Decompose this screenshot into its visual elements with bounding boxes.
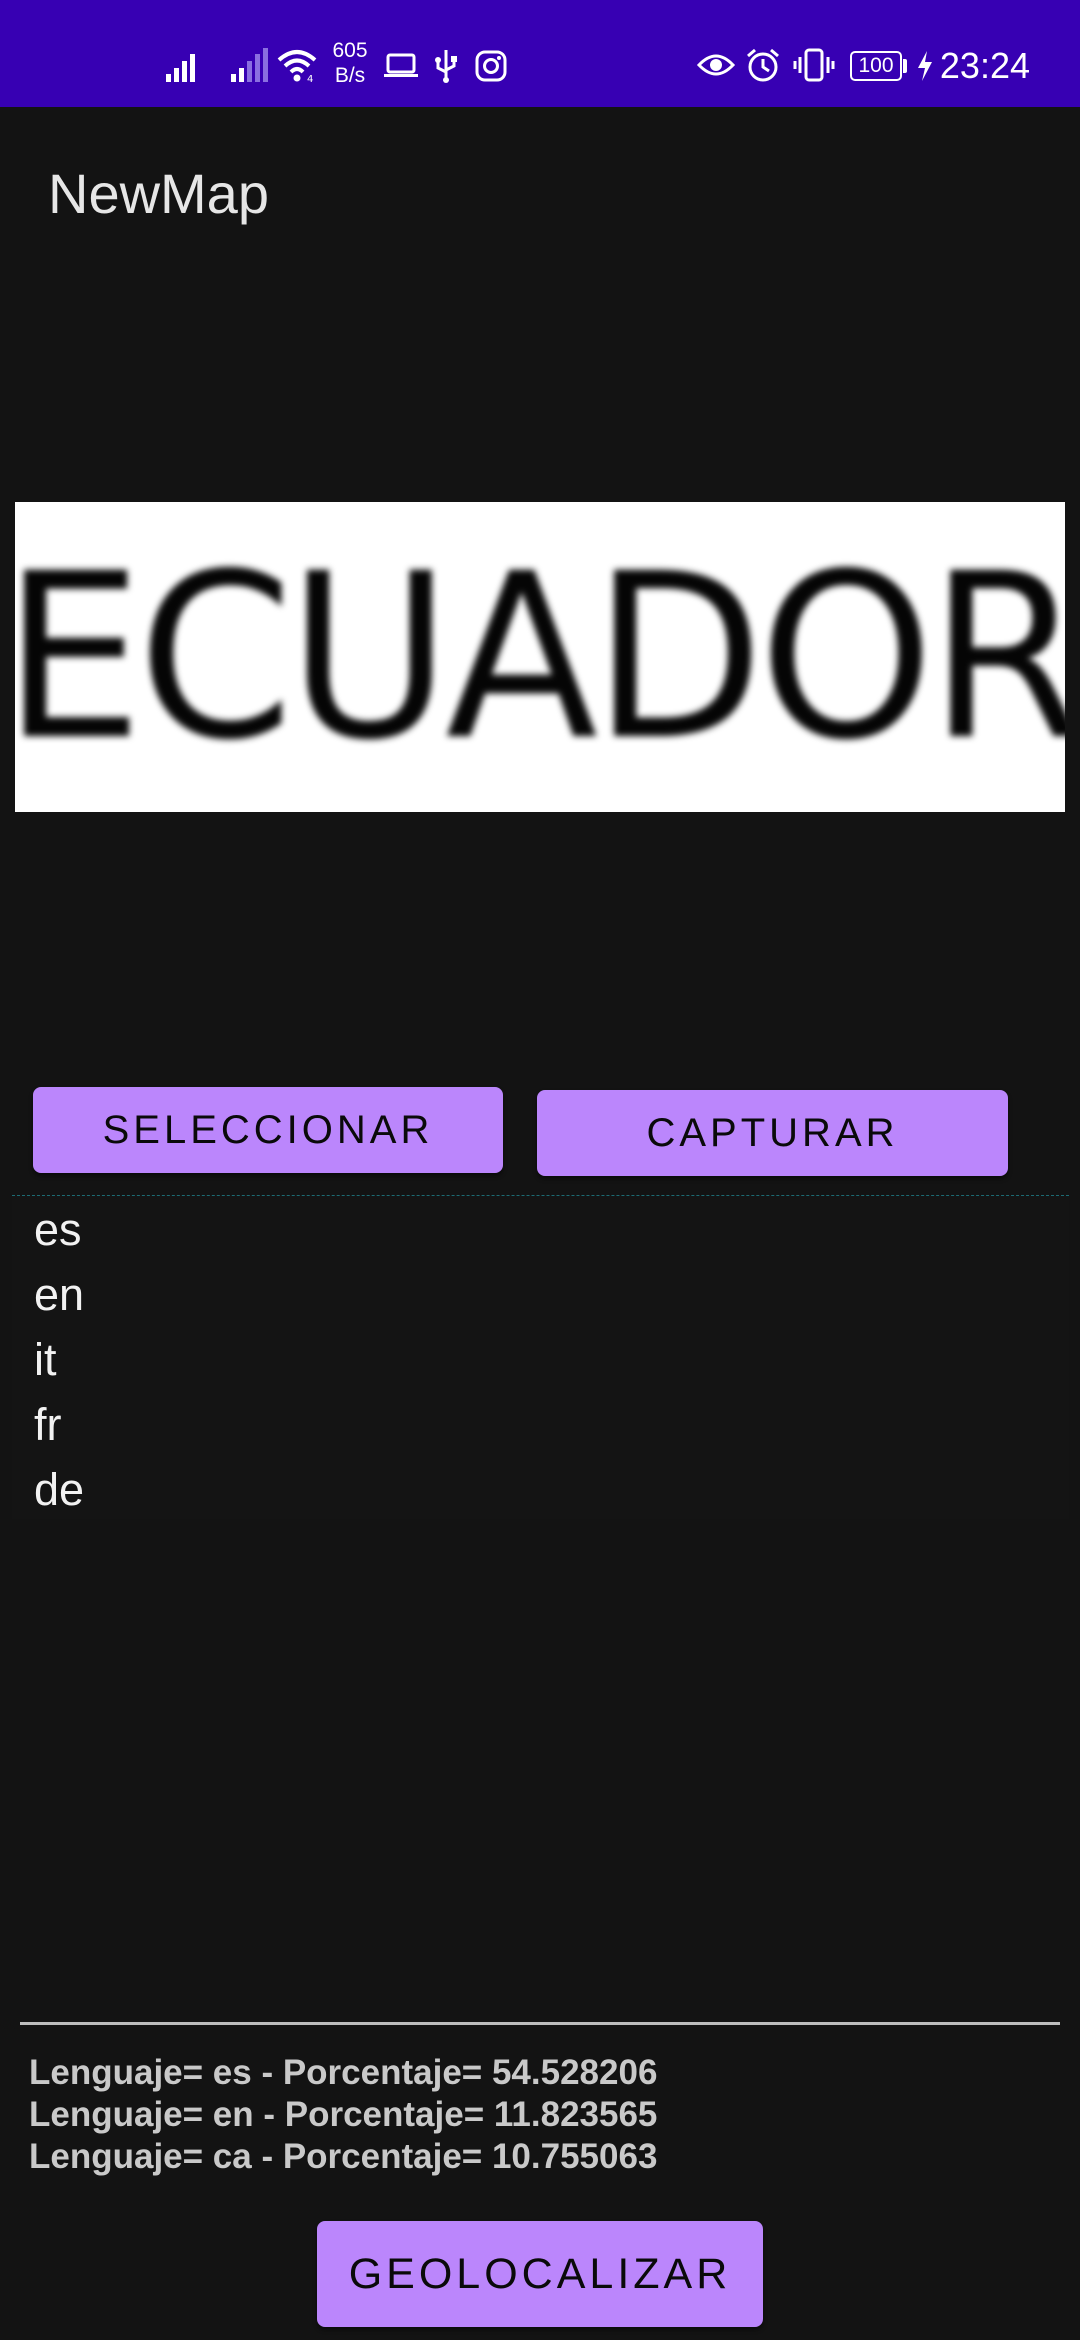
wifi-icon: 4 (277, 50, 317, 84)
network-speed-value: 605 (332, 39, 368, 62)
clock: 23:24 (939, 45, 1030, 86)
captured-image-text: ECUADOR (15, 524, 1065, 790)
app-title: NewMap (48, 162, 269, 225)
status-bar: 4 605 B/s 100 23:24 (0, 0, 1080, 107)
battery-tip (903, 59, 907, 73)
signal-weak-icon (231, 48, 268, 82)
language-item-it[interactable]: it (34, 1332, 57, 1388)
language-item-fr[interactable]: fr (34, 1397, 62, 1453)
geolocate-button[interactable]: GEOLOCALIZAR (317, 2221, 763, 2327)
battery-icon: 100 (850, 51, 902, 81)
eye-icon (697, 54, 735, 76)
instagram-icon (475, 50, 507, 82)
network-speed-unit: B/s (334, 64, 366, 87)
usb-icon (435, 50, 457, 83)
language-item-de[interactable]: de (34, 1462, 84, 1518)
select-button[interactable]: SELECCIONAR (33, 1087, 503, 1173)
charging-icon (918, 51, 932, 81)
captured-image: ECUADOR (15, 502, 1065, 812)
language-list[interactable]: es en it fr de (12, 1195, 1069, 1519)
signal-icon (166, 54, 195, 82)
language-item-es[interactable]: es (34, 1202, 82, 1258)
app-screen: 4 605 B/s 100 23:24 NewMap ECUADOR SELEC… (0, 0, 1080, 2340)
capture-button[interactable]: CAPTURAR (537, 1090, 1008, 1176)
alarm-icon (747, 48, 779, 82)
result-line: Lenguaje= ca - Porcentaje= 10.755063 (29, 2137, 658, 2176)
detection-results: Lenguaje= es - Porcentaje= 54.528206 Len… (29, 2052, 1059, 2178)
network-speed: 605 B/s (328, 38, 372, 88)
laptop-icon (384, 53, 418, 77)
svg-text:4: 4 (307, 74, 313, 84)
vibrate-icon (793, 48, 835, 82)
divider (20, 2022, 1060, 2025)
result-line: Lenguaje= en - Porcentaje= 11.823565 (29, 2095, 658, 2134)
language-item-en[interactable]: en (34, 1267, 84, 1323)
result-line: Lenguaje= es - Porcentaje= 54.528206 (29, 2053, 658, 2092)
